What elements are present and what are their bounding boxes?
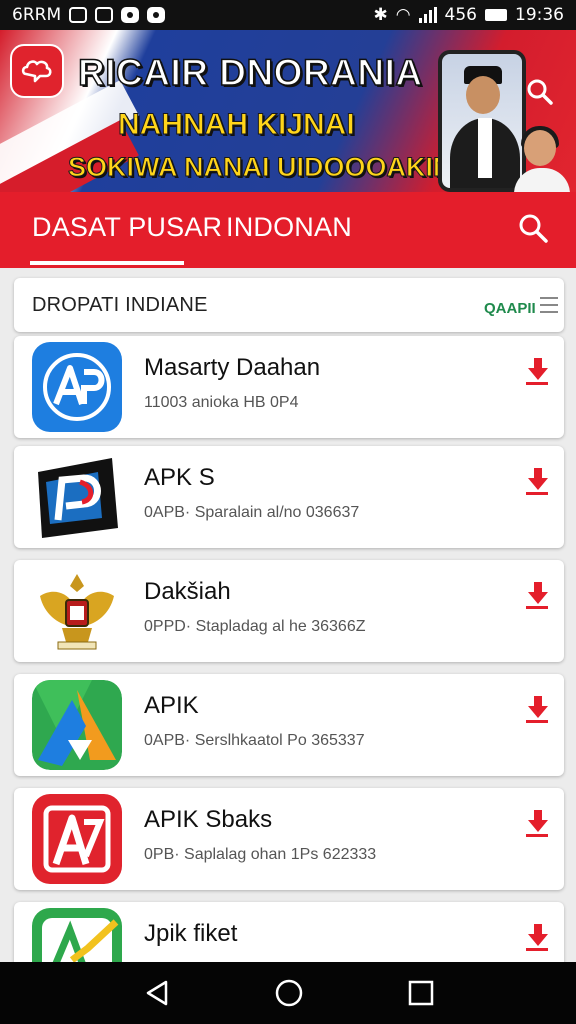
list-item[interactable]: APIK 0APB· Serslhkaatol Po 365337 <box>14 674 564 776</box>
section-title: DROPATI INDIANE <box>32 294 208 316</box>
app-a-red-icon <box>32 794 122 884</box>
app-name: APK S <box>144 464 215 491</box>
list-item[interactable]: Dakšiah 0PPD· Stapladag al he 36366Z <box>14 560 564 662</box>
list-item[interactable]: APK S 0APB· Sparalain al/no 036637 <box>14 446 564 548</box>
person-shirt <box>478 118 492 178</box>
app-p-black-icon <box>32 452 122 542</box>
download-icon[interactable] <box>524 808 550 838</box>
tab-bar: DASAT PUSAR INDONAN <box>0 192 576 268</box>
message-icon <box>147 7 166 23</box>
app-triangle-multicolor-icon <box>32 680 122 770</box>
app-ap-blue-icon <box>32 342 122 432</box>
download-icon[interactable] <box>524 694 550 724</box>
section-header: DROPATI INDIANE QAAPII <box>14 278 564 332</box>
download-icon[interactable] <box>524 356 550 386</box>
search-icon[interactable] <box>526 78 554 106</box>
app-logo[interactable] <box>10 44 64 98</box>
download-icon[interactable] <box>524 580 550 610</box>
list-item[interactable]: Masarty Daahan 11003 anioka HB 0P4 <box>14 336 564 438</box>
garuda-emblem-icon <box>32 566 122 656</box>
active-tab-indicator <box>30 261 184 265</box>
chat-cloud-icon <box>21 60 52 83</box>
app-notification-icon <box>121 7 140 23</box>
app-name: Masarty Daahan <box>144 354 321 381</box>
app-name: APIK <box>144 692 199 719</box>
section-action-button[interactable]: QAAPII <box>484 300 536 317</box>
app-meta: 0APB· Serslhkaatol Po 365337 <box>144 732 365 749</box>
app-meta: 0PB· Saplalag ohan 1Ps 622333 <box>144 846 377 863</box>
tab-dasat-pusar[interactable]: DASAT PUSAR <box>32 212 222 243</box>
search-icon[interactable] <box>516 211 550 245</box>
app-name: APIK Sbaks <box>144 806 273 833</box>
download-icon[interactable] <box>524 922 550 952</box>
battery-percent: 456 <box>444 5 477 25</box>
battery-icon <box>485 9 507 21</box>
back-icon[interactable] <box>142 978 172 1008</box>
banner-subtitle-1: NAHNAH KIJNAI <box>118 108 356 142</box>
phone-illustration <box>438 50 526 192</box>
promo-banner[interactable]: RICAIR DNORANIA NAHNAH KIJNAI SOKIWA NAN… <box>0 30 576 192</box>
recent-apps-icon[interactable] <box>406 978 436 1008</box>
home-icon[interactable] <box>274 978 304 1008</box>
status-bar: 6RRM ✱ ◠ 456 19:36 <box>0 0 576 30</box>
carrier-label: 6RRM <box>12 5 62 25</box>
app-name: Dakšiah <box>144 578 231 605</box>
signal-icon <box>418 7 437 23</box>
list-item[interactable]: APIK Sbaks 0PB· Saplalag ohan 1Ps 622333 <box>14 788 564 890</box>
banner-title: RICAIR DNORANIA <box>77 51 423 94</box>
person-face <box>466 76 500 114</box>
wifi-icon: ◠ <box>395 5 411 25</box>
tab-indonan[interactable]: INDONAN <box>226 212 352 243</box>
clock: 19:36 <box>515 5 564 25</box>
list-sort-icon[interactable] <box>538 294 560 316</box>
sim-icon <box>69 7 88 23</box>
app-meta: 0PPD· Stapladag al he 36366Z <box>144 618 366 635</box>
woman-illustration-face <box>524 130 556 166</box>
notification-icon <box>95 7 114 23</box>
bluetooth-icon: ✱ <box>373 5 388 25</box>
app-meta: 11003 anioka HB 0P4 <box>144 394 299 411</box>
app-name: Jpik fiket <box>144 920 238 947</box>
app-meta: 0APB· Sparalain al/no 036637 <box>144 504 360 521</box>
app-screen: 6RRM ✱ ◠ 456 19:36 RICAIR DNORANIA NAHNA… <box>0 0 576 1024</box>
system-navigation-bar <box>0 962 576 1024</box>
banner-subtitle-2: SOKIWA NANAI UIDOOOAKIN <box>68 152 453 183</box>
download-icon[interactable] <box>524 466 550 496</box>
